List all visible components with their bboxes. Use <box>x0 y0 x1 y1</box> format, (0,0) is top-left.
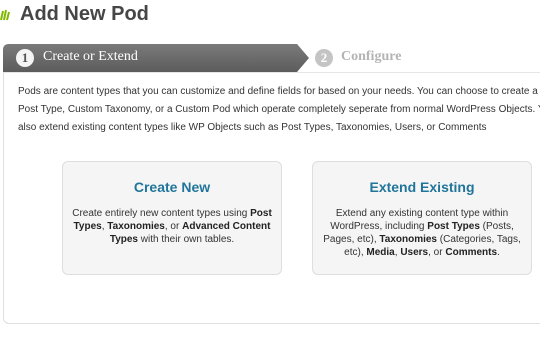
extend-existing-title: Extend Existing <box>369 179 475 195</box>
wizard-panel: Pods are content types that you can cust… <box>3 72 540 324</box>
step-number-2: 2 <box>315 49 333 67</box>
intro-text: Pods are content types that you can cust… <box>18 83 540 137</box>
step-configure[interactable]: 2 Configure <box>311 44 540 72</box>
step-label-configure: Configure <box>341 49 402 64</box>
pods-logo-icon <box>0 8 10 22</box>
intro-line-2: Post Type, Custom Taxonomy, or a Custom … <box>18 104 540 115</box>
step-label-create-or-extend: Create or Extend <box>43 49 138 64</box>
create-new-title: Create New <box>133 179 211 195</box>
extend-existing-description: Extend any existing content type within … <box>323 208 521 258</box>
step-number-1: 1 <box>16 49 34 67</box>
intro-line-1: Pods are content types that you can cust… <box>18 86 540 97</box>
wizard-steps: 1 Create or Extend 2 Configure <box>3 44 540 72</box>
create-new-card[interactable]: Create New Create entirely new content t… <box>62 161 282 275</box>
create-new-description: Create entirely new content types using … <box>72 208 272 245</box>
step-create-or-extend[interactable]: 1 Create or Extend <box>3 44 309 72</box>
page-title: Add New Pod <box>20 3 149 25</box>
intro-line-3: also extend existing content types like … <box>18 122 487 133</box>
extend-existing-card[interactable]: Extend Existing Extend any existing cont… <box>312 161 532 275</box>
page-header: Add New Pod <box>0 0 540 34</box>
